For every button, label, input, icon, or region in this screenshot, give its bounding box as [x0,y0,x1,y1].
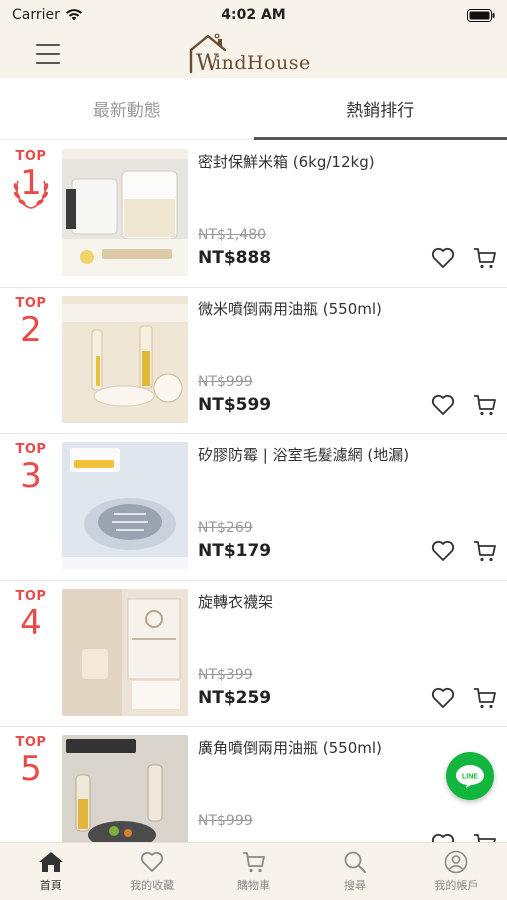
line-chat-button[interactable]: LINE [446,752,494,800]
carrier-label: Carrier [12,7,60,23]
tab-best-sellers[interactable]: 熱銷排行 [253,78,507,140]
bottom-nav: 首頁 我的收藏 購物車 搜尋 我的帳戶 [0,842,507,900]
rank-top-label: TOP [15,442,47,457]
status-right [315,8,495,22]
cart-icon[interactable] [472,538,498,564]
product-item[interactable]: TOP 2 微米噴倒兩用油瓶 (550ml) NT$999 NT$599 [0,288,507,434]
cart-icon[interactable] [472,245,498,271]
logo-text: indHouse [215,52,311,74]
rank-number: 3 [20,456,42,496]
rank-top-label: TOP [15,588,47,604]
original-price: NT$999 [198,813,253,829]
status-time: 4:02 AM [221,7,286,23]
search-icon [344,851,366,873]
product-item[interactable]: TOP 1 密封保鮮米箱 (6kg/12kg) NT$1,480 NT$888 [0,141,507,288]
original-price: NT$269 [198,520,253,536]
status-left: Carrier [12,7,192,23]
rank-badge: TOP 5 [0,735,62,788]
nav-home-label: 首頁 [39,879,62,892]
product-name[interactable]: 密封保鮮米箱 (6kg/12kg) [198,151,498,172]
product-name[interactable]: 微米噴倒兩用油瓶 (550ml) [198,298,498,319]
home-icon [38,852,63,872]
rice-box-image [62,149,188,276]
cart-icon[interactable] [472,685,498,711]
nav-account-label: 我的帳戶 [434,879,479,892]
cart-icon[interactable] [472,392,498,418]
battery-icon [467,8,495,22]
rank-number: 4 [20,602,42,643]
rank-top-label: TOP [15,149,47,164]
tab-latest-news[interactable]: 最新動態 [0,78,254,139]
heart-icon[interactable] [430,685,456,711]
product-item[interactable]: TOP 4 旋轉衣襪架 NT$399 NT$259 [0,581,507,727]
sale-price: NT$259 [198,687,272,708]
rank-top-label: TOP [15,735,47,750]
menu-icon[interactable] [36,44,60,64]
windhouse-logo[interactable]: W indHouse [185,30,325,78]
status-bar: Carrier 4:02 AM [0,0,507,30]
line-chat-icon: LINE [456,765,484,788]
product-item[interactable]: TOP 3 矽膠防霉 | 浴室毛髮濾網 (地漏) NT$269 NT$179 [0,434,507,581]
sale-price: NT$888 [198,248,272,268]
rank-number: 5 [20,749,42,789]
app-header: W indHouse [0,30,507,78]
user-icon [445,850,468,874]
line-label: LINE [462,774,478,781]
product-name[interactable]: 矽膠防霉 | 浴室毛髮濾網 (地漏) [198,444,498,465]
product-name[interactable]: 旋轉衣襪架 [198,591,498,612]
rank-number: 2 [20,309,42,350]
sock-rack-image [62,588,188,716]
sale-price: NT$599 [198,394,272,415]
heart-icon[interactable] [430,245,456,271]
ranking-list: TOP 1 密封保鮮米箱 (6kg/12kg) NT$1,480 NT$888 … [0,141,507,874]
product-thumbnail[interactable] [62,442,188,569]
nav-search-label: 搜尋 [343,879,366,892]
rank-badge: TOP 3 [0,442,62,495]
oil-bottle-image [62,295,188,423]
product-thumbnail[interactable] [62,295,188,423]
nav-search[interactable]: 搜尋 [304,843,405,900]
nav-cart-label: 購物車 [237,879,271,892]
sale-price: NT$179 [198,541,272,561]
product-thumbnail[interactable] [62,149,188,276]
original-price: NT$999 [198,373,253,390]
drain-filter-image [62,442,188,569]
product-thumbnail[interactable] [62,588,188,716]
wifi-icon [65,9,82,21]
nav-account[interactable]: 我的帳戶 [406,843,507,900]
nav-cart[interactable]: 購物車 [203,843,304,900]
heart-icon [141,851,164,872]
rank-top-label: TOP [15,295,47,311]
laurel-wreath-icon [13,180,49,209]
nav-home[interactable]: 首頁 [0,843,101,900]
heart-icon[interactable] [430,538,456,564]
nav-favorites[interactable]: 我的收藏 [101,843,202,900]
heart-icon[interactable] [430,392,456,418]
tab-bar: 最新動態 熱銷排行 [0,78,507,140]
original-price: NT$1,480 [198,227,267,243]
original-price: NT$399 [198,666,253,683]
rank-badge: TOP 4 [0,589,62,642]
rank-badge: TOP 2 [0,296,62,349]
product-name[interactable]: 廣角噴倒兩用油瓶 (550ml) [198,737,498,758]
cart-icon [242,852,265,873]
nav-favorites-label: 我的收藏 [130,879,175,892]
